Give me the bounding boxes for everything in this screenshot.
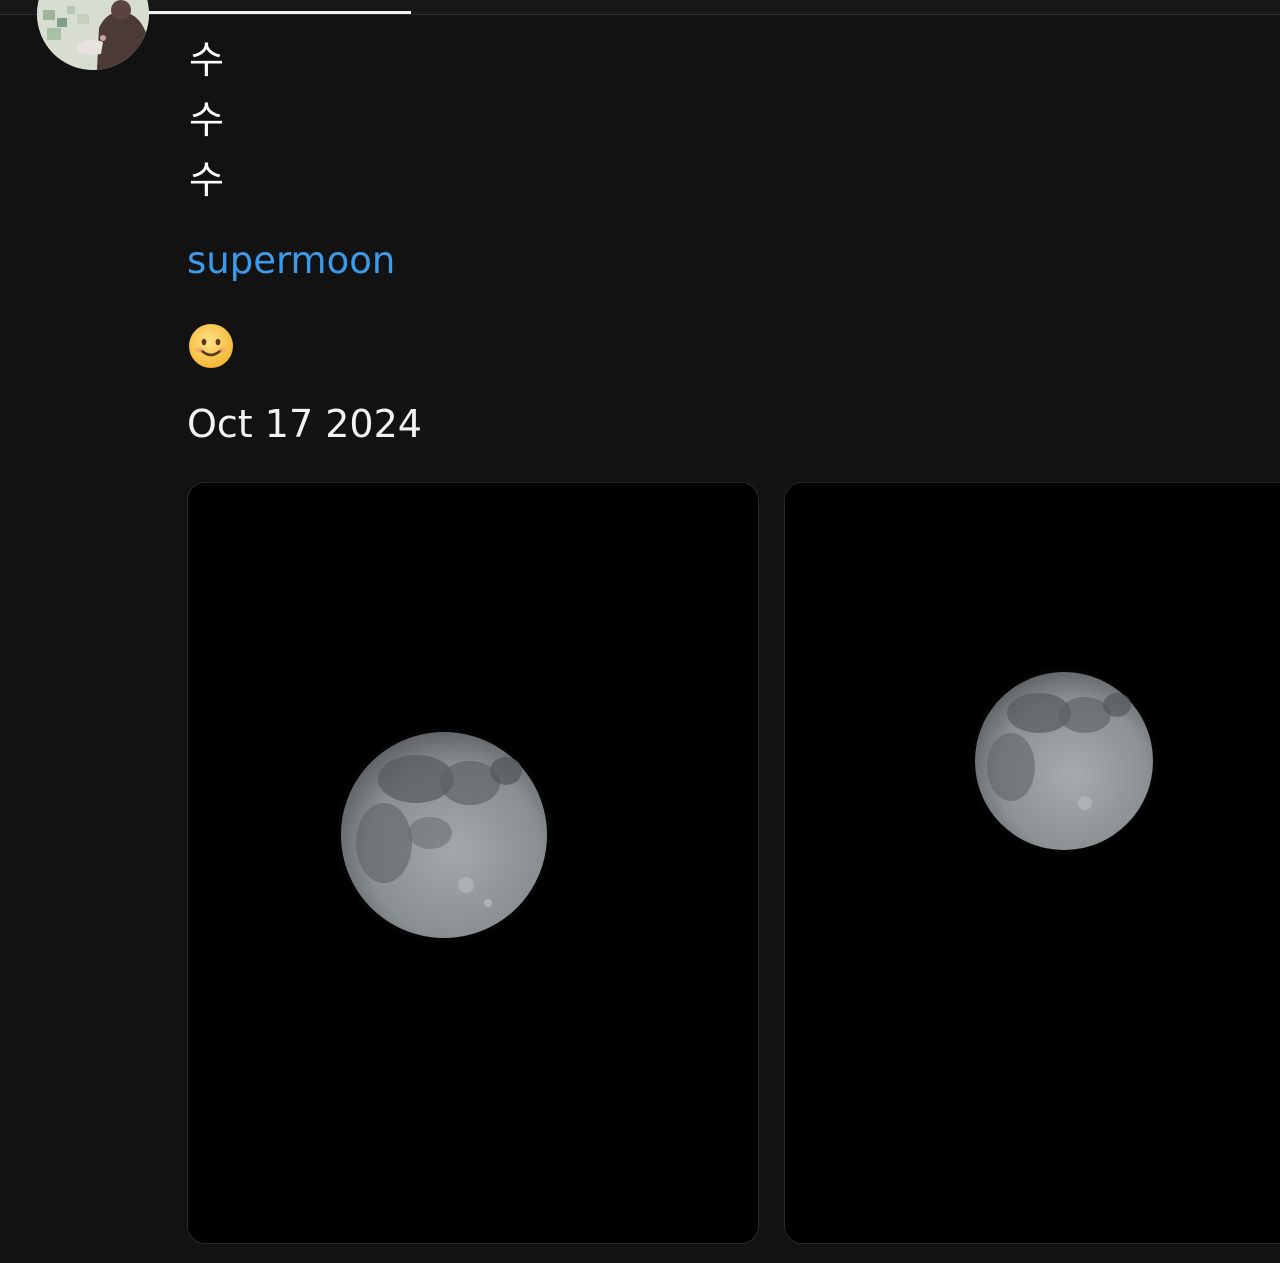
post-date: Oct 17 2024 bbox=[187, 402, 422, 446]
story-progress-bar bbox=[0, 0, 1280, 15]
smiling-face-emoji bbox=[187, 322, 235, 370]
photo-carousel bbox=[187, 482, 1280, 1244]
progress-track bbox=[38, 11, 1280, 14]
moon-image bbox=[785, 483, 1280, 1243]
moon-image bbox=[188, 483, 758, 1243]
photo-moon-2[interactable] bbox=[784, 482, 1280, 1244]
post-page: 수 수 수 supermoon Oct 17 2024 bbox=[0, 0, 1280, 1263]
text-line: 수 bbox=[189, 158, 224, 202]
post-content: 수 수 수 supermoon Oct 17 2024 bbox=[187, 30, 1280, 448]
text-line: 수 bbox=[189, 98, 224, 142]
avatar-image bbox=[37, 0, 149, 70]
smiling-face-icon bbox=[189, 324, 233, 368]
photo-moon-1[interactable] bbox=[187, 482, 759, 1244]
hashtag-link[interactable]: supermoon bbox=[187, 236, 395, 286]
text-line: 수 bbox=[189, 38, 224, 82]
avatar[interactable] bbox=[37, 0, 149, 70]
